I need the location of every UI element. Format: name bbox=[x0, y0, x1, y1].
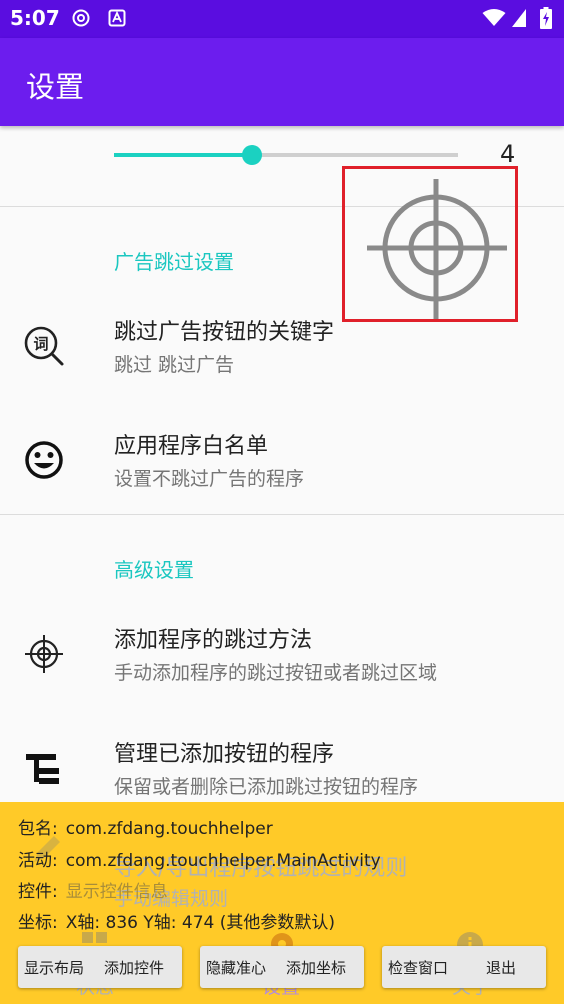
tree-list-icon bbox=[26, 754, 59, 784]
button-group-layout: 显示布局 添加控件 bbox=[18, 946, 182, 988]
crosshair-overlay[interactable] bbox=[342, 166, 518, 322]
status-time: 5:07 bbox=[10, 6, 60, 30]
section-header-ad-skip: 广告跳过设置 bbox=[114, 250, 234, 274]
slider-thumb[interactable] bbox=[242, 145, 262, 165]
crosshair-icon bbox=[25, 635, 63, 673]
pref-title: 跳过广告按钮的关键字 bbox=[114, 320, 335, 345]
section-header-advanced: 高级设置 bbox=[114, 558, 194, 582]
coords-label: 坐标: bbox=[18, 913, 58, 933]
slider-value: 4 bbox=[500, 140, 516, 168]
accessibility-app-icon bbox=[108, 9, 126, 27]
button-group-crosshair: 隐藏准心 添加坐标 bbox=[200, 946, 364, 988]
page-title: 设置 bbox=[26, 70, 85, 104]
widget-label: 控件: bbox=[18, 882, 58, 902]
pref-summary: 手动添加程序的跳过按钮或者跳过区域 bbox=[114, 662, 438, 684]
pref-summary: 保留或者删除已添加跳过按钮的程序 bbox=[114, 776, 419, 798]
inspector-panel: 导入/导出程序按钮跳过的规则 手动编辑规则 状态 设置 关于 包名:com.zf… bbox=[0, 802, 564, 1004]
activity-label: 活动: bbox=[18, 851, 58, 871]
button-group-window: 检查窗口 退出 bbox=[382, 946, 546, 988]
svg-text:词: 词 bbox=[33, 335, 48, 353]
activity-value: com.zfdang.touchhelper.MainActivity bbox=[65, 851, 381, 871]
pref-summary: 跳过 跳过广告 bbox=[114, 354, 235, 376]
package-value: com.zfdang.touchhelper bbox=[65, 819, 273, 839]
app-bar: 设置 bbox=[0, 38, 564, 126]
battery-charging-icon bbox=[540, 7, 552, 29]
wifi-icon bbox=[482, 9, 506, 26]
divider bbox=[0, 514, 564, 515]
pref-title: 管理已添加按钮的程序 bbox=[114, 742, 335, 767]
activity-info: 活动: com.zfdang.touchhelper.MainActivity bbox=[18, 846, 381, 871]
pref-add-skip-method[interactable]: 添加程序的跳过方法 手动添加程序的跳过按钮或者跳过区域 bbox=[0, 608, 564, 708]
coords-info: 坐标: X轴: 836 Y轴: 474 (其他参数默认) bbox=[18, 908, 335, 933]
keyword-search-icon: 词 bbox=[24, 326, 64, 366]
package-label: 包名: bbox=[18, 819, 58, 839]
pref-title: 应用程序白名单 bbox=[114, 434, 269, 459]
pref-title: 添加程序的跳过方法 bbox=[114, 628, 313, 653]
cellular-signal-icon bbox=[512, 9, 526, 27]
widget-value: 显示控件信息 bbox=[65, 882, 168, 902]
show-layout-button[interactable]: 显示布局 bbox=[24, 957, 84, 978]
smiley-icon bbox=[25, 441, 63, 479]
pref-summary: 设置不跳过广告的程序 bbox=[114, 468, 305, 490]
package-info: 包名: com.zfdang.touchhelper bbox=[18, 814, 273, 839]
add-widget-button[interactable]: 添加控件 bbox=[104, 957, 164, 978]
add-coords-button[interactable]: 添加坐标 bbox=[286, 957, 346, 978]
check-window-button[interactable]: 检查窗口 bbox=[388, 957, 448, 978]
coords-value: X轴: 836 Y轴: 474 (其他参数默认) bbox=[65, 913, 335, 933]
slider-track-fill bbox=[114, 153, 252, 157]
status-bar: 5:07 bbox=[0, 0, 564, 38]
notification-icon bbox=[72, 9, 90, 27]
widget-info: 控件: 显示控件信息 bbox=[18, 877, 168, 902]
exit-button[interactable]: 退出 bbox=[486, 957, 516, 978]
hide-crosshair-button[interactable]: 隐藏准心 bbox=[206, 957, 266, 978]
target-crosshair-icon bbox=[367, 179, 507, 319]
pref-app-whitelist[interactable]: 应用程序白名单 设置不跳过广告的程序 bbox=[0, 414, 564, 514]
